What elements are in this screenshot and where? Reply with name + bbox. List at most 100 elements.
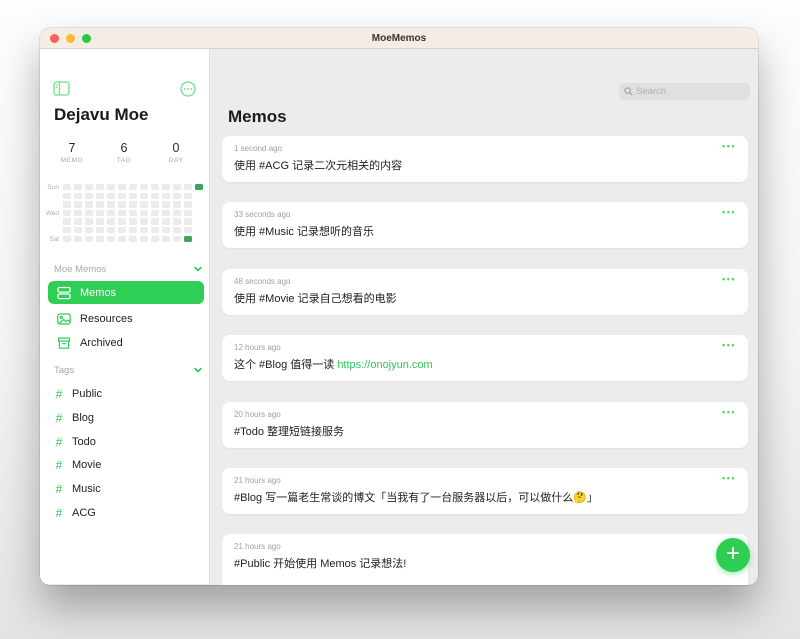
memo-card[interactable]: 20 hours ago #Todo 整理短链接服务 ••• xyxy=(222,402,748,448)
memo-timestamp: 33 seconds ago xyxy=(234,210,736,219)
memo-text: 使用 #ACG 记录二次元相关的内容 xyxy=(234,159,736,174)
memo-text: #Todo 整理短链接服务 xyxy=(234,425,736,440)
memo-card[interactable]: 48 seconds ago 使用 #Movie 记录自己想看的电影 ••• xyxy=(222,269,748,315)
sidebar-item-memos[interactable]: Memos xyxy=(48,281,204,304)
hash-icon: # xyxy=(52,387,66,401)
heatmap-cell xyxy=(85,227,93,233)
memo-text: #Public 开始使用 Memos 记录想法! xyxy=(234,557,736,572)
memo-more-icon[interactable]: ••• xyxy=(722,141,736,151)
heatmap-cell xyxy=(129,193,137,199)
activity-heatmap: SunWedSat xyxy=(40,182,210,244)
sidebar-tag-music[interactable]: # Music xyxy=(48,479,204,499)
heatmap-day-label: Wed xyxy=(41,210,59,217)
sidebar-tag-public[interactable]: # Public xyxy=(48,384,204,404)
memo-timestamp: 20 hours ago xyxy=(234,410,736,419)
heatmap-cell xyxy=(118,236,126,242)
heatmap-cell xyxy=(173,193,181,199)
heatmap-cell xyxy=(107,201,115,207)
stat-label: DAY xyxy=(154,157,198,164)
window-title: MoeMemos xyxy=(372,33,426,44)
heatmap-cell xyxy=(151,210,159,216)
stats-row: 7 MEMO 6 TAG 0 DAY xyxy=(50,141,198,164)
memo-card[interactable]: 12 hours ago 这个 #Blog 值得一读 https://onojy… xyxy=(222,335,748,381)
heatmap-cell xyxy=(85,236,93,242)
memo-more-icon[interactable]: ••• xyxy=(722,473,736,483)
memo-card[interactable]: 1 second ago 使用 #ACG 记录二次元相关的内容 ••• xyxy=(222,136,748,182)
heatmap-cell xyxy=(85,193,93,199)
memo-more-icon[interactable]: ••• xyxy=(722,340,736,350)
stat-item: 0 DAY xyxy=(154,141,198,164)
main-content: Memos 1 second ago 使用 #ACG 记录二次元相关的内容 ••… xyxy=(210,49,758,584)
memo-card[interactable]: 33 seconds ago 使用 #Music 记录想听的音乐 ••• xyxy=(222,202,748,248)
chevron-down-icon[interactable] xyxy=(193,264,203,274)
heatmap-cell xyxy=(151,218,159,224)
more-options-icon[interactable] xyxy=(180,81,196,102)
heatmap-day-label: Sun xyxy=(41,184,59,191)
heatmap-cell xyxy=(74,227,82,233)
app-window: MoeMemos Dejavu Moe xyxy=(40,28,758,585)
sidebar-item-label: Memos xyxy=(80,287,116,299)
add-memo-button[interactable]: + xyxy=(716,538,750,572)
search-box[interactable] xyxy=(619,83,750,100)
nav-section-header: Moe Memos xyxy=(54,264,106,275)
resources-icon xyxy=(56,311,72,327)
search-input[interactable] xyxy=(636,86,745,97)
heatmap-cell xyxy=(195,184,203,190)
heatmap-cell xyxy=(107,210,115,216)
heatmap-cell xyxy=(162,210,170,216)
tag-label: Movie xyxy=(72,459,101,471)
heatmap-cell xyxy=(173,210,181,216)
sidebar-item-resources[interactable]: Resources xyxy=(48,307,204,330)
memo-card[interactable]: 21 hours ago #Public 开始使用 Memos 记录想法! ••… xyxy=(222,534,748,585)
heatmap-cell xyxy=(74,201,82,207)
user-name: Dejavu Moe xyxy=(54,105,148,125)
heatmap-cell xyxy=(63,236,71,242)
stat-label: MEMO xyxy=(50,157,94,164)
memo-text: 这个 #Blog 值得一读 https://onojyun.com xyxy=(234,358,736,373)
heatmap-cell xyxy=(140,210,148,216)
close-window-button[interactable] xyxy=(50,34,59,43)
heatmap-cell xyxy=(184,227,192,233)
heatmap-cell xyxy=(96,184,104,190)
heatmap-cell xyxy=(118,210,126,216)
heatmap-cell xyxy=(85,218,93,224)
heatmap-cell xyxy=(151,236,159,242)
sidebar-tag-movie[interactable]: # Movie xyxy=(48,455,204,475)
stat-label: TAG xyxy=(102,157,146,164)
hash-icon: # xyxy=(52,435,66,449)
sidebar-item-archived[interactable]: Archived xyxy=(48,331,204,354)
heatmap-cell xyxy=(118,201,126,207)
heatmap-cell xyxy=(129,236,137,242)
heatmap-cell xyxy=(140,227,148,233)
memo-link[interactable]: https://onojyun.com xyxy=(337,359,432,371)
heatmap-cell xyxy=(63,193,71,199)
sidebar-toggle-icon[interactable] xyxy=(53,81,70,101)
zoom-window-button[interactable] xyxy=(82,34,91,43)
memo-timestamp: 21 hours ago xyxy=(234,476,736,485)
heatmap-cell xyxy=(85,184,93,190)
heatmap-cell xyxy=(140,184,148,190)
heatmap-cell xyxy=(140,201,148,207)
hash-icon: # xyxy=(52,458,66,472)
archived-icon xyxy=(56,335,72,351)
memo-more-icon[interactable]: ••• xyxy=(722,207,736,217)
memo-card[interactable]: 21 hours ago #Blog 写一篇老生常谈的博文「当我有了一台服务器以… xyxy=(222,468,748,514)
memo-more-icon[interactable]: ••• xyxy=(722,407,736,417)
memo-more-icon[interactable]: ••• xyxy=(722,274,736,284)
chevron-down-icon[interactable] xyxy=(193,365,203,375)
memo-timestamp: 48 seconds ago xyxy=(234,277,736,286)
heatmap-cell xyxy=(63,218,71,224)
heatmap-cell xyxy=(162,227,170,233)
tag-label: Public xyxy=(72,388,102,400)
tag-label: Blog xyxy=(72,412,94,424)
tags-section-header: Tags xyxy=(54,365,74,376)
sidebar-tag-todo[interactable]: # Todo xyxy=(48,432,204,452)
heatmap-cell xyxy=(85,201,93,207)
sidebar-tag-acg[interactable]: # ACG xyxy=(48,503,204,523)
minimize-window-button[interactable] xyxy=(66,34,75,43)
memo-list: 1 second ago 使用 #ACG 记录二次元相关的内容 ••• 33 s… xyxy=(222,136,748,585)
heatmap-cell xyxy=(184,218,192,224)
memo-timestamp: 1 second ago xyxy=(234,144,736,153)
heatmap-cell xyxy=(96,201,104,207)
sidebar-tag-blog[interactable]: # Blog xyxy=(48,408,204,428)
